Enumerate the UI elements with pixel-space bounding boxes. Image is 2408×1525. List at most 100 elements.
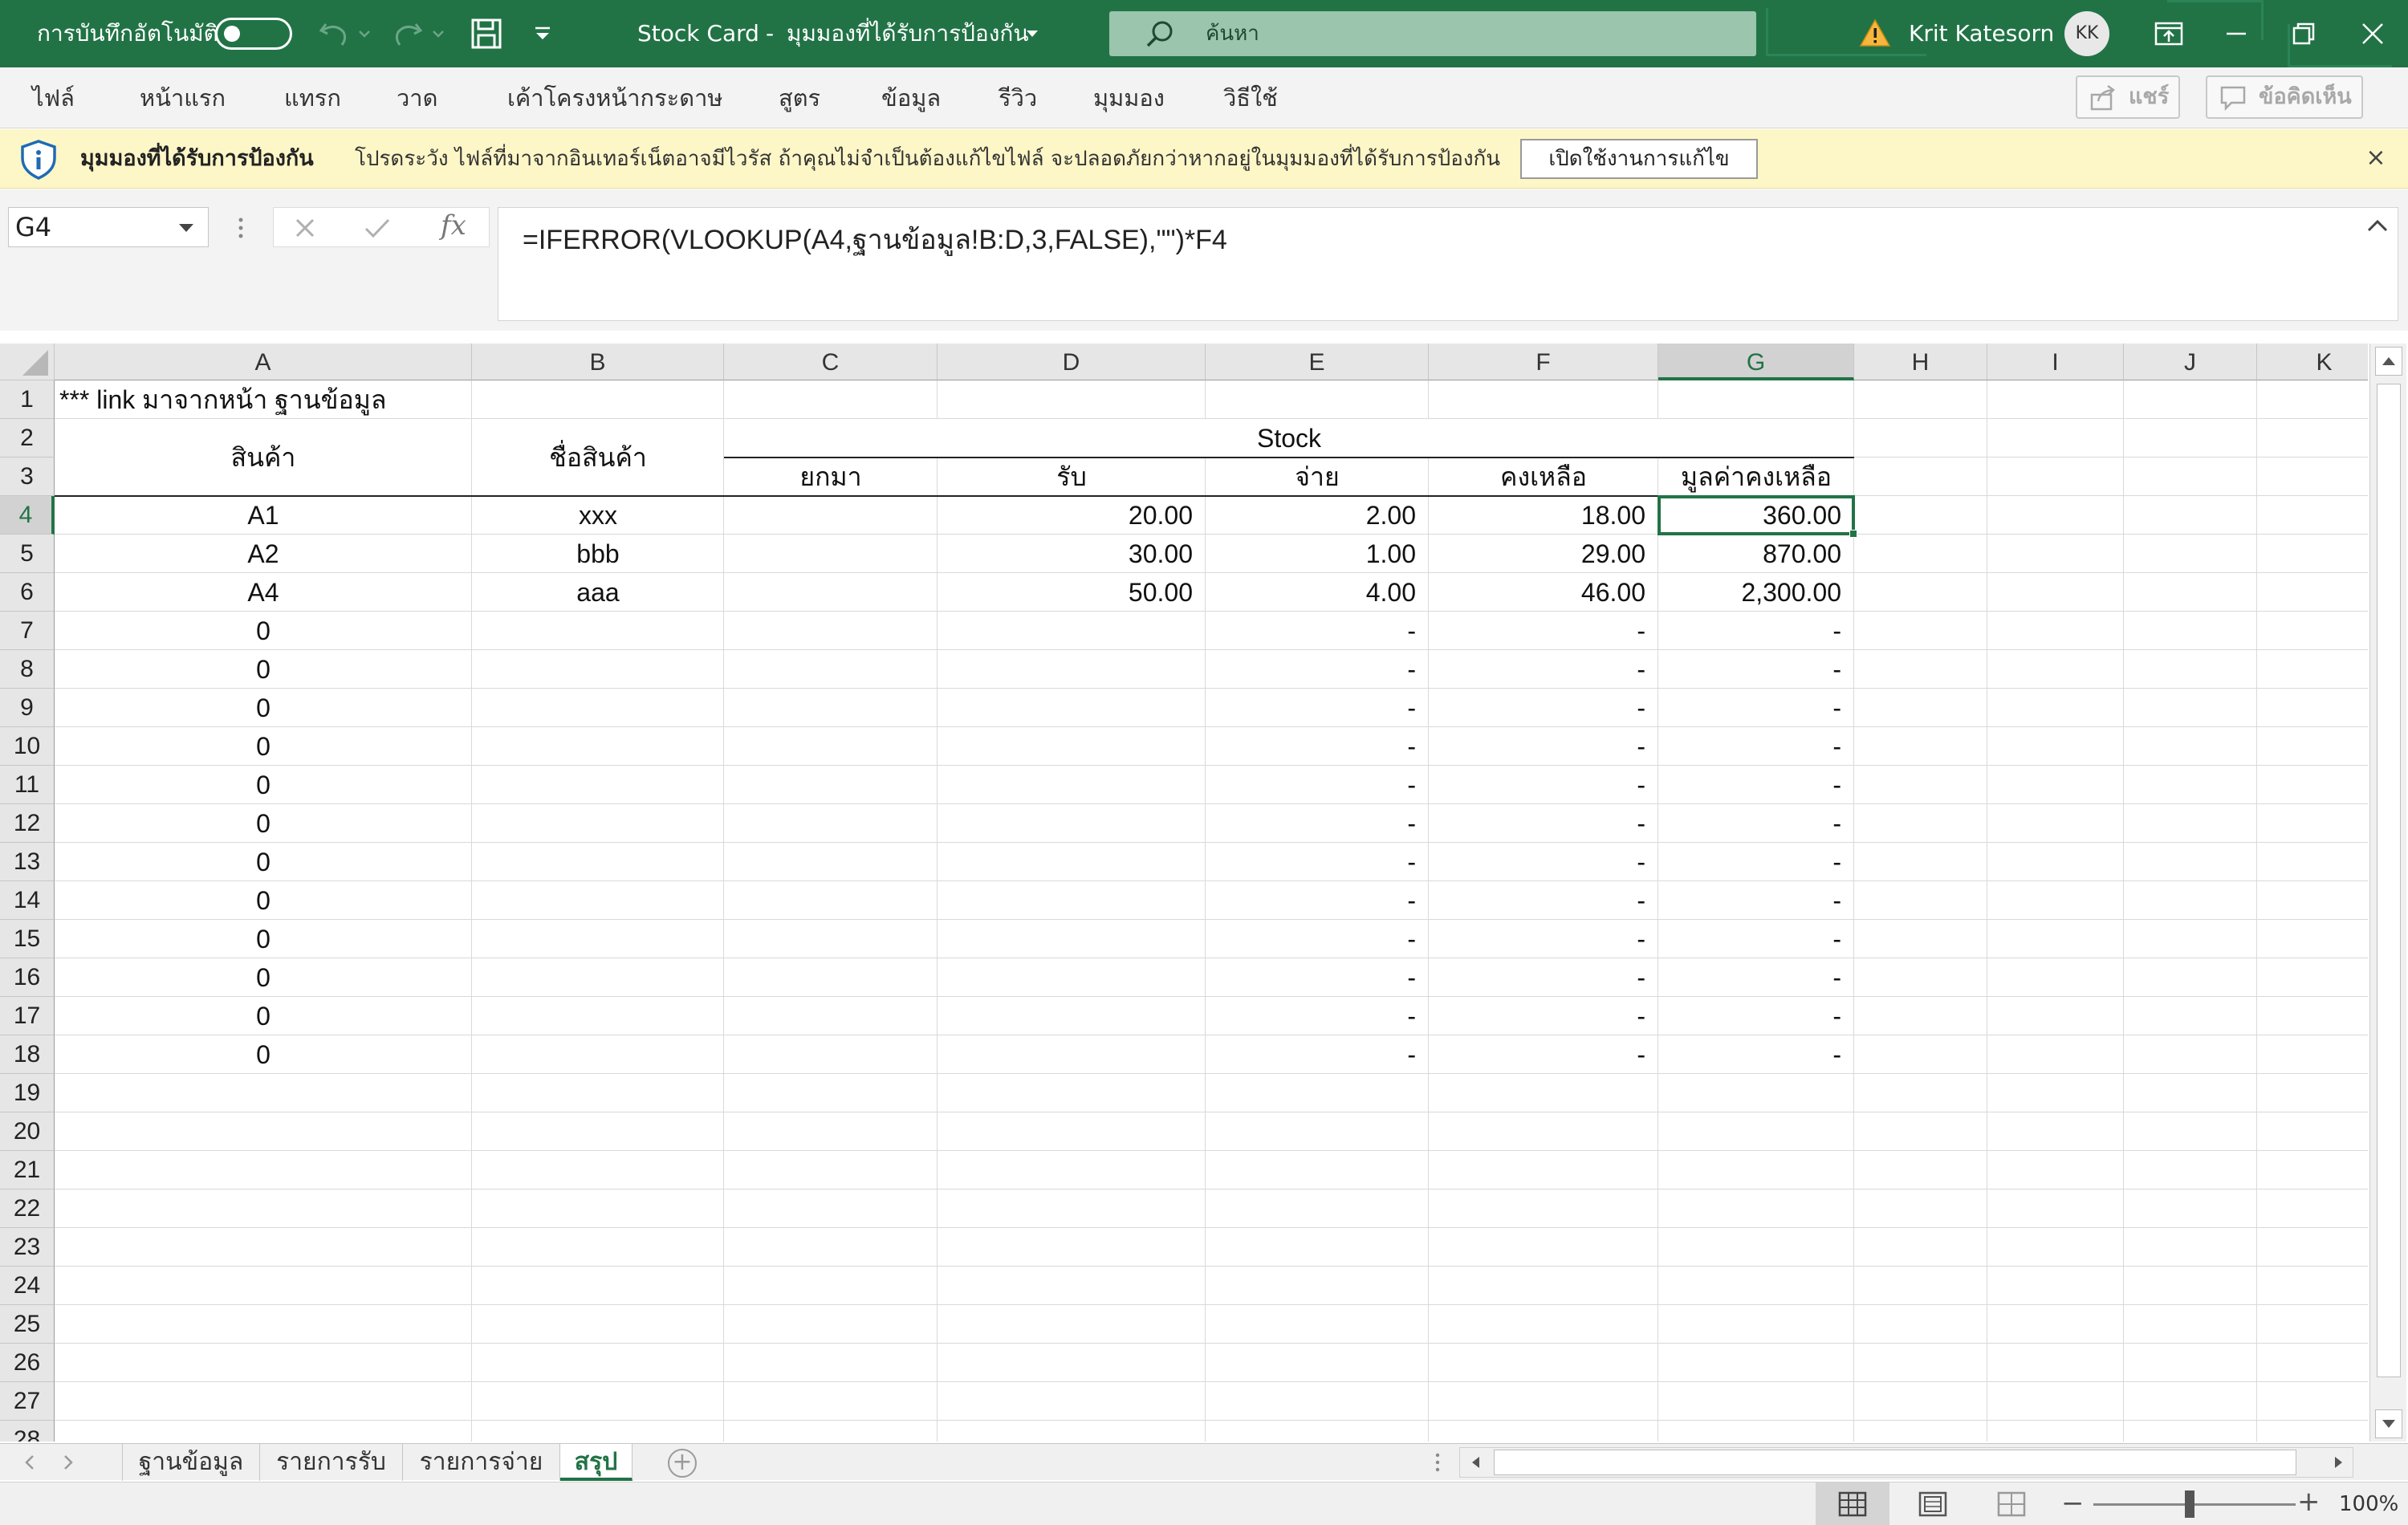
zoom-out-button[interactable]: − [2061,1487,2085,1519]
row-header[interactable]: 5 [0,535,55,573]
column-header[interactable]: K [2257,344,2368,380]
row-header[interactable]: 11 [0,766,55,804]
cell-balance-value[interactable]: - [1658,958,1854,997]
ribbon-display-options-icon[interactable] [2151,18,2186,50]
next-sheet-icon[interactable] [58,1452,79,1473]
cell-product-code[interactable]: 0 [55,689,472,727]
row-header[interactable]: 15 [0,920,55,958]
cell-product-code[interactable]: 0 [55,881,472,920]
cell-issued[interactable]: 2.00 [1206,496,1429,535]
formula-input[interactable]: =IFERROR(VLOOKUP(A4,ฐานข้อมูล!B:D,3,FALS… [498,207,2398,321]
view-mode-label[interactable]: มุมมองที่ได้รับการป้องกัน [787,0,1028,67]
tab-split-handle-icon[interactable] [1434,1450,1442,1474]
row-header[interactable]: 19 [0,1074,55,1112]
column-header[interactable]: A [55,344,472,380]
header-balance-value[interactable]: มูลค่าคงเหลือ [1658,458,1854,496]
cell-product-name[interactable]: bbb [472,535,724,573]
page-layout-view-icon[interactable] [1896,1482,1970,1525]
cell-balance[interactable]: - [1429,920,1658,958]
cell-issued[interactable]: - [1206,920,1429,958]
header-product[interactable]: สินค้า [55,419,472,496]
cell-balance[interactable]: - [1429,612,1658,650]
cell-product-code[interactable]: 0 [55,958,472,997]
tab-home[interactable]: หน้าแรก [140,67,226,128]
add-sheet-icon[interactable]: + [668,1449,697,1478]
cell-issued[interactable]: - [1206,881,1429,920]
sheet-tab-issues[interactable]: รายการจ่าย [403,1444,560,1481]
autosave-toggle[interactable] [215,18,292,50]
row-header[interactable]: 3 [0,458,55,496]
cell-balance[interactable]: - [1429,997,1658,1035]
tab-data[interactable]: ข้อมูล [881,67,941,128]
column-header[interactable]: C [724,344,938,380]
scroll-down-icon[interactable] [2375,1409,2402,1438]
tab-insert[interactable]: แทรก [284,67,341,128]
tab-view[interactable]: มุมมอง [1093,67,1165,128]
scroll-right-icon[interactable] [2329,1453,2348,1475]
zoom-slider-thumb[interactable] [2185,1490,2194,1518]
tab-review[interactable]: รีวิว [999,67,1037,128]
row-header[interactable]: 9 [0,689,55,727]
row-header[interactable]: 7 [0,612,55,650]
row-header[interactable]: 10 [0,727,55,766]
cell-issued[interactable]: - [1206,689,1429,727]
tab-help[interactable]: วิธีใช้ [1223,67,1278,128]
cell-issued[interactable]: 4.00 [1206,573,1429,612]
cell-product-code[interactable]: A1 [55,496,472,535]
cell-balance-value[interactable]: - [1658,920,1854,958]
cell-a1[interactable]: *** link มาจากหน้า ฐานข้อมูล [55,380,724,419]
cell-received[interactable]: 30.00 [938,535,1206,573]
cell-product-code[interactable]: 0 [55,843,472,881]
title-dropdown-icon[interactable] [1016,18,1048,50]
row-header[interactable]: 1 [0,380,55,419]
scroll-left-icon[interactable] [1466,1453,1486,1475]
cell-balance[interactable]: 46.00 [1429,573,1658,612]
selected-cell-g4[interactable]: 360.00 [1658,495,1855,535]
cell-issued[interactable]: - [1206,727,1429,766]
cell-balance-value[interactable]: 2,300.00 [1658,573,1854,612]
cell-product-name[interactable]: xxx [472,496,724,535]
tab-page-layout[interactable]: เค้าโครงหน้ากระดาษ [507,67,722,128]
cancel-icon[interactable] [293,216,317,243]
cell-product-code[interactable]: 0 [55,727,472,766]
undo-dropdown-icon[interactable] [355,18,374,50]
cell-balance-value[interactable]: - [1658,612,1854,650]
cell-product-code[interactable]: 0 [55,766,472,804]
row-header[interactable]: 26 [0,1344,55,1382]
column-header[interactable]: G [1658,344,1854,380]
cell-balance-value[interactable]: - [1658,997,1854,1035]
cell-balance[interactable]: - [1429,650,1658,689]
redo-dropdown-icon[interactable] [429,18,448,50]
header-received[interactable]: รับ [938,458,1206,496]
header-product-name[interactable]: ชื่อสินค้า [472,419,724,496]
cell-balance-value[interactable]: - [1658,843,1854,881]
scroll-thumb[interactable] [1494,1450,2296,1475]
row-header[interactable]: 21 [0,1151,55,1190]
prev-sheet-icon[interactable] [19,1452,40,1473]
row-header[interactable]: 17 [0,997,55,1035]
select-all-corner[interactable] [0,344,55,380]
close-bar-icon[interactable]: × [2363,140,2389,176]
cell-balance-value[interactable]: - [1658,766,1854,804]
undo-icon[interactable] [316,18,352,50]
cell-balance-value[interactable]: - [1658,727,1854,766]
scroll-up-icon[interactable] [2375,347,2402,376]
cell-product-code[interactable]: 0 [55,804,472,843]
save-icon[interactable] [469,18,504,50]
cell-balance[interactable]: - [1429,881,1658,920]
cell-balance-value[interactable]: - [1658,1035,1854,1074]
cell-received[interactable]: 50.00 [938,573,1206,612]
cell-issued[interactable]: 1.00 [1206,535,1429,573]
row-header[interactable]: 24 [0,1267,55,1305]
tab-draw[interactable]: วาด [397,67,437,128]
cell-product-code[interactable]: 0 [55,650,472,689]
cell-product-code[interactable]: 0 [55,612,472,650]
restore-icon[interactable] [2286,18,2321,50]
column-header[interactable]: I [1987,344,2124,380]
fill-handle[interactable] [1849,530,1857,538]
column-header[interactable]: B [472,344,724,380]
row-header[interactable]: 25 [0,1305,55,1344]
column-header[interactable]: F [1429,344,1658,380]
cell-balance[interactable]: - [1429,804,1658,843]
row-header[interactable]: 27 [0,1382,55,1421]
